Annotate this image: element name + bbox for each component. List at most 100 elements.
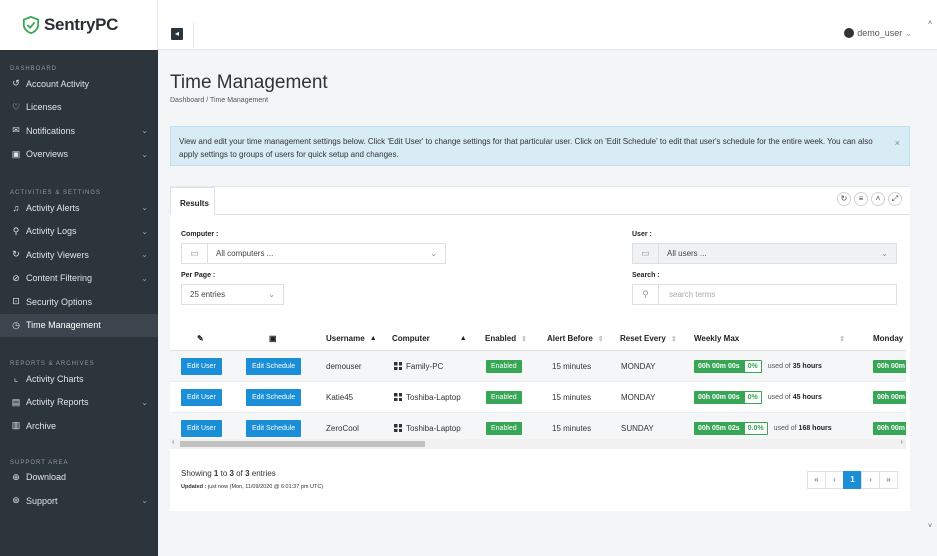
close-icon[interactable]: ×: [895, 137, 900, 150]
chevron-down-icon: ⌄: [905, 28, 912, 38]
sidebar-toggle-button[interactable]: ◂: [171, 28, 183, 40]
sort-asc-icon: ▲: [369, 335, 377, 342]
search-field[interactable]: ⚲: [632, 284, 897, 305]
windows-icon: [394, 424, 402, 432]
sidebar-item-notifications[interactable]: ✉ Notifications ⌄: [0, 119, 158, 143]
sort-icon: ⇕: [839, 335, 846, 343]
info-alert: View and edit your time management setti…: [170, 126, 910, 166]
sidebar-item-licenses[interactable]: ♡ Licenses: [0, 96, 158, 120]
showing-entries: Showing 1 to 3 of 3 entries: [181, 469, 276, 478]
edit-schedule-button[interactable]: Edit Schedule: [246, 357, 302, 375]
sidebar-item-activity-alerts[interactable]: ♫ Activity Alerts ⌄: [0, 196, 158, 220]
user-menu[interactable]: demo_user ⌄: [844, 28, 912, 38]
first-page-button[interactable]: «: [807, 471, 826, 489]
scroll-down-icon[interactable]: ˅: [928, 523, 932, 530]
computer-cell: Toshiba-Laptop: [394, 424, 461, 433]
expand-icon[interactable]: ⤢: [888, 192, 902, 206]
scroll-left-icon[interactable]: ‹: [172, 439, 174, 446]
user-select[interactable]: ▭ All users ... ⌄: [632, 243, 897, 264]
computer-select[interactable]: ▭ All computers ... ⌄: [181, 243, 446, 264]
collapse-icon[interactable]: ˄: [871, 192, 885, 206]
edit-user-button[interactable]: Edit User: [181, 388, 222, 406]
tab-results[interactable]: Results: [170, 187, 215, 215]
menu-icon[interactable]: ≡: [854, 192, 868, 206]
sidebar-item-archive[interactable]: ▥ Archive: [0, 414, 158, 438]
column-weekly-max[interactable]: Weekly Max ⇕: [694, 334, 845, 343]
sidebar-item-time-management[interactable]: ◷ Time Management: [0, 313, 158, 337]
refresh-icon[interactable]: ↻: [837, 192, 851, 206]
alert-before-cell: 15 minutes: [552, 423, 592, 433]
sidebar-item-activity-logs[interactable]: ⚲ Activity Logs ⌄: [0, 220, 158, 244]
weekly-max-cell: 00h 00m 00s 0% used of 45 hours: [694, 390, 822, 404]
time-table: ✎ ▣ Username ▲ Computer ▲ Enabled ⇕ Alert B…: [170, 327, 906, 444]
column-reset-every[interactable]: Reset Every ⇕: [620, 334, 677, 343]
brand-name: SentryPC: [44, 15, 119, 34]
alert-before-cell: 15 minutes: [552, 361, 592, 371]
archive-icon: ▥: [11, 420, 21, 431]
results-card: Results ↻ ≡ ˄ ⤢ Computer : ▭ All compute…: [170, 186, 910, 511]
page-1-button[interactable]: 1: [843, 471, 862, 489]
weekly-max-cell: 00h 05m 02s 0.0% used of 168 hours: [694, 421, 832, 435]
scroll-right-icon[interactable]: ›: [901, 439, 903, 446]
history-icon: ↺: [12, 78, 20, 89]
reset-every-cell: SUNDAY: [621, 423, 654, 433]
scroll-up-icon[interactable]: ˄: [928, 20, 932, 27]
sort-icon: ⇕: [597, 335, 604, 343]
scrollbar-thumb[interactable]: [180, 441, 425, 447]
column-monday[interactable]: Monday M: [873, 334, 906, 343]
pencil-icon: ✎: [197, 334, 204, 343]
computer-select-value: All computers ...: [216, 249, 274, 258]
user-icon: [844, 28, 855, 38]
brand-logo[interactable]: SentryPC: [0, 0, 158, 50]
enabled-badge: Enabled: [486, 359, 522, 373]
username: demo_user: [857, 28, 903, 38]
lifebuoy-icon: ⊛: [12, 495, 20, 506]
calendar-icon: ▣: [11, 148, 21, 159]
horizontal-scrollbar[interactable]: ‹ ›: [170, 439, 906, 449]
edit-user-button[interactable]: Edit User: [181, 357, 222, 375]
edit-user-button[interactable]: Edit User: [181, 419, 222, 437]
search-label: Search :: [632, 272, 660, 279]
column-enabled[interactable]: Enabled ⇕: [485, 334, 527, 343]
edit-schedule-button[interactable]: Edit Schedule: [246, 419, 302, 437]
sidebar-item-activity-viewers[interactable]: ↻ Activity Viewers ⌄: [0, 243, 158, 267]
page-title: Time Management: [170, 72, 328, 93]
per-page-select[interactable]: 25 entries ⌄: [181, 284, 284, 305]
pagination: « ‹ 1 › »: [807, 471, 898, 489]
per-page-value: 25 entries: [190, 290, 226, 299]
updated-text: Updated : just now (Mon, 11/09/2020 @ 6:…: [181, 484, 324, 490]
sidebar-item-content-filtering[interactable]: ⊘ Content Filtering ⌄: [0, 267, 158, 291]
computer-cell: Toshiba-Laptop: [394, 393, 461, 402]
column-computer[interactable]: Computer ▲: [392, 334, 467, 343]
windows-icon: [394, 362, 402, 370]
alert-before-cell: 15 minutes: [552, 392, 592, 402]
sidebar-item-activity-charts[interactable]: ⌞ Activity Charts: [0, 367, 158, 391]
per-page-label: Per Page :: [181, 272, 216, 279]
report-icon: ▤: [11, 396, 21, 407]
usage-bar: 00h 00m: [873, 359, 906, 373]
column-username[interactable]: Username ▲: [326, 334, 377, 343]
sidebar-item-activity-reports[interactable]: ▤ Activity Reports ⌄: [0, 391, 158, 415]
sidebar-item-download[interactable]: ⊕ Download: [0, 466, 158, 490]
last-page-button[interactable]: »: [879, 471, 898, 489]
sidebar-item-support[interactable]: ⊛ Support ⌄: [0, 489, 158, 513]
search-input[interactable]: [667, 289, 867, 300]
shield-check-icon: [22, 16, 40, 34]
column-alert-before[interactable]: Alert Before ⇕: [547, 334, 604, 343]
sidebar-item-account-activity[interactable]: ↺ Account Activity: [0, 72, 158, 96]
chevron-down-icon: ⌄: [881, 249, 888, 258]
chevron-down-icon: ⌄: [141, 250, 148, 260]
chevron-down-icon: ⌄: [141, 226, 148, 236]
usage-bar: 00h 00m: [873, 390, 906, 404]
breadcrumb: Dashboard / Time Management: [170, 97, 269, 104]
sidebar-section-dashboard: DASHBOARD: [10, 66, 58, 72]
divider: [215, 214, 910, 215]
page-scrollbar[interactable]: ˄ ˅: [927, 20, 937, 530]
sidebar-item-security-options[interactable]: ⊡ Security Options: [0, 290, 158, 314]
next-page-button[interactable]: ›: [861, 471, 880, 489]
sidebar-section-activities: ACTIVITIES & SETTINGS: [10, 190, 102, 196]
sidebar-item-overviews[interactable]: ▣ Overviews ⌄: [0, 143, 158, 167]
prev-page-button[interactable]: ‹: [825, 471, 844, 489]
edit-schedule-button[interactable]: Edit Schedule: [246, 388, 302, 406]
windows-icon: [394, 393, 402, 401]
